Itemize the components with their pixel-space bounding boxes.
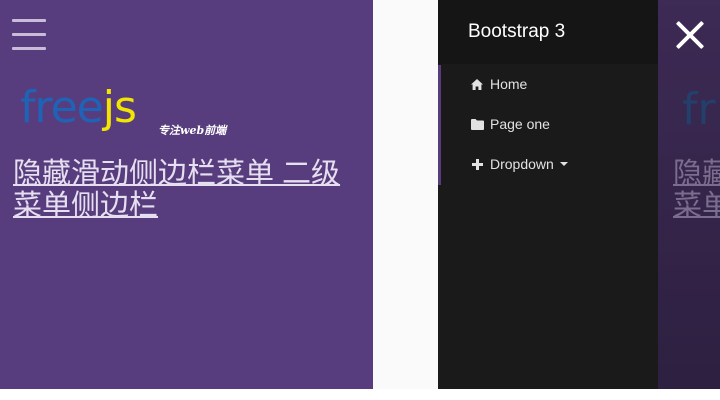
- page-title-link[interactable]: 隐藏滑动侧边栏菜单 二级菜单侧边栏: [13, 158, 363, 222]
- logo-part-free: free: [20, 82, 104, 133]
- close-icon[interactable]: [675, 20, 705, 50]
- sidebar-item-page-one[interactable]: Page one: [438, 104, 658, 144]
- caret-down-icon: [559, 162, 568, 166]
- overlay-panel[interactable]: fr 隐藏滑动侧边栏菜单 二级菜单侧边栏: [658, 0, 720, 389]
- site-logo[interactable]: freejs 专注web前端: [20, 86, 250, 140]
- hamburger-icon[interactable]: [12, 17, 46, 53]
- sidebar-accent-bar: [438, 65, 441, 185]
- sidebar-item-label: Dropdown: [490, 156, 554, 172]
- sidebar-brand[interactable]: Bootstrap 3: [438, 0, 658, 64]
- sidebar-item-label: Page one: [490, 116, 550, 132]
- app-stage: freejs 专注web前端 隐藏滑动侧边栏菜单 二级菜单侧边栏 Bootstr…: [0, 0, 720, 400]
- overlay-title-fragment: 隐藏滑动侧边栏菜单 二级菜单侧边栏: [673, 158, 720, 222]
- plus-icon: [470, 158, 484, 170]
- overlay-logo-fragment: fr: [682, 84, 716, 135]
- background-strip: [373, 0, 438, 389]
- sidebar-item-label: Home: [490, 76, 528, 92]
- sidebar-item-dropdown[interactable]: Dropdown: [438, 144, 658, 184]
- logo-part-js: js: [102, 82, 137, 133]
- page-content: freejs 专注web前端 隐藏滑动侧边栏菜单 二级菜单侧边栏: [0, 0, 373, 389]
- folder-icon: [470, 118, 484, 130]
- sidebar-item-home[interactable]: Home: [438, 64, 658, 104]
- sidebar-menu: Bootstrap 3 Home Page one Dropdown: [438, 0, 658, 389]
- logo-tagline: 专注web前端: [158, 124, 227, 137]
- home-icon: [470, 78, 484, 90]
